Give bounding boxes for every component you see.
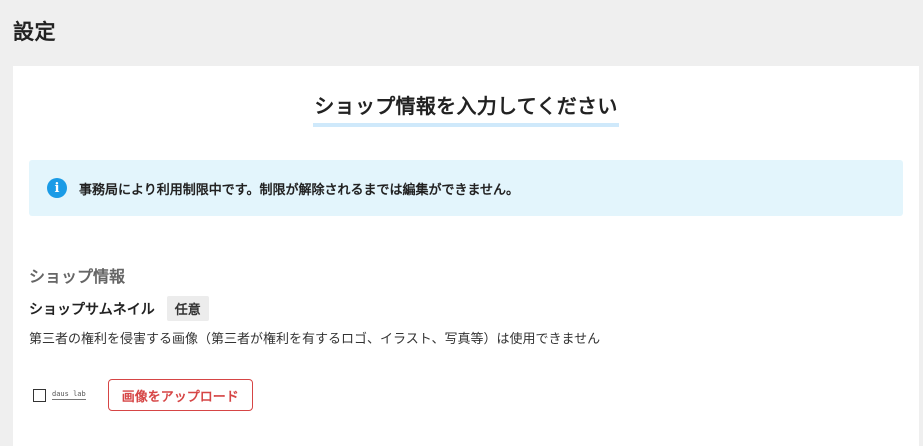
form-heading: ショップ情報を入力してください <box>313 90 619 127</box>
form-heading-container: ショップ情報を入力してください <box>13 90 919 127</box>
restriction-notice: i 事務局により利用制限中です。制限が解除されるまでは編集ができません。 <box>29 160 903 216</box>
info-icon: i <box>47 178 67 198</box>
thumbnail-note: 第三者の権利を侵害する画像（第三者が権利を有するロゴ、イラスト、写真等）は使用で… <box>29 332 601 347</box>
section-title-shop-info: ショップ情報 <box>29 267 126 286</box>
upload-image-button[interactable]: 画像をアップロード <box>107 379 253 411</box>
notice-text: 事務局により利用制限中です。制限が解除されるまでは編集ができません。 <box>79 182 520 198</box>
settings-card: ショップ情報を入力してください i 事務局により利用制限中です。制限が解除される… <box>13 66 919 446</box>
page-header: 設定 <box>0 0 923 66</box>
thumbnail-checkbox[interactable] <box>33 388 46 402</box>
thumbnail-logo-image: daus lab <box>52 390 86 400</box>
thumbnail-label: ショップサムネイル <box>29 301 155 318</box>
thumbnail-field-header: ショップサムネイル 任意 <box>29 296 209 321</box>
page-title: 設定 <box>13 20 56 44</box>
thumbnail-upload-row: daus lab 画像をアップロード <box>33 379 253 411</box>
optional-badge: 任意 <box>166 296 209 321</box>
